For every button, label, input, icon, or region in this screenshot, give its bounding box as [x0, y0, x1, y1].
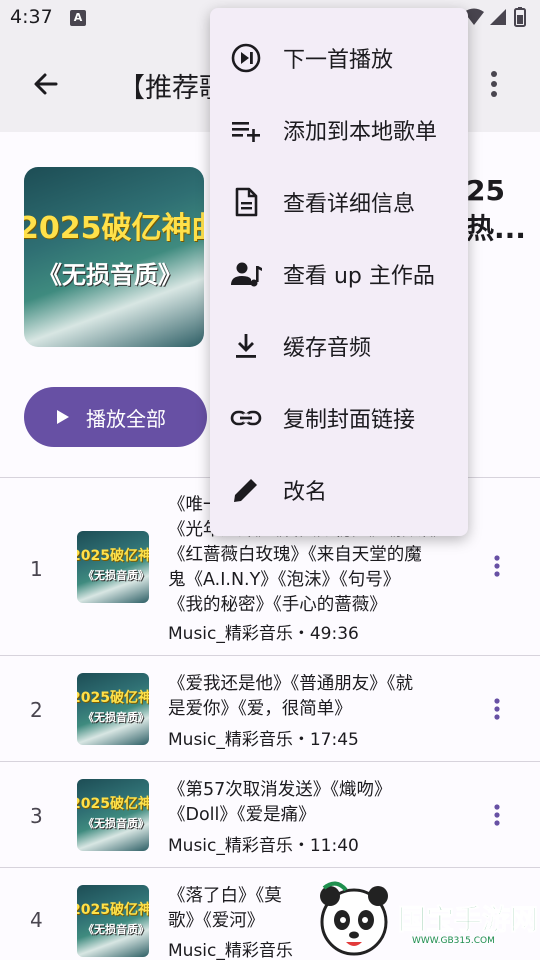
song-title-line: 是爱你》《爱，很简单》 — [168, 699, 352, 719]
song-title-line: 《我的秘密》《手心的蔷薇》 — [168, 595, 387, 615]
menu-label: 复制封面链接 — [283, 408, 416, 433]
menu-label: 添加到本地歌单 — [283, 120, 438, 145]
more-options-button[interactable] — [478, 66, 510, 102]
menu-item-play-next[interactable]: 下一首播放 — [210, 22, 468, 94]
song-title-line: 《落了白》《莫 — [168, 886, 282, 906]
download-icon — [236, 334, 256, 358]
menu-label: 改名 — [283, 480, 328, 505]
song-index: 3 — [30, 804, 43, 828]
menu-item-uploader-works[interactable]: 查看 up 主作品 — [210, 238, 468, 310]
playlist-title: 25 热... — [466, 174, 526, 245]
song-title: 《第57次取消发送》《熾吻》 《Doll》《爱是痛》 — [168, 778, 468, 828]
more-vert-icon — [494, 555, 500, 577]
status-icons — [462, 6, 532, 34]
song-meta: Music_精彩音乐 — [168, 941, 293, 960]
more-vert-icon — [491, 71, 497, 97]
song-meta: Music_精彩音乐・11:40 — [168, 836, 359, 856]
song-meta: Music_精彩音乐・49:36 — [168, 624, 359, 644]
song-cover: 2025破亿神曲《无损音质》 — [77, 885, 149, 957]
battery-icon — [514, 7, 526, 27]
menu-item-rename[interactable]: 改名 — [210, 454, 468, 526]
song-more-button[interactable] — [486, 551, 508, 581]
more-vert-icon — [494, 698, 500, 720]
playlist-cover: 2025破亿神曲 《无损音质》 — [24, 167, 204, 347]
song-cover: 2025破亿神曲《无损音质》 — [77, 531, 149, 603]
cover-text-title: 2025破亿神曲 — [24, 211, 204, 246]
arrow-left-icon — [34, 73, 58, 95]
link-icon — [230, 410, 262, 426]
song-title-line: 《Doll》《爱是痛》 — [168, 805, 316, 825]
menu-item-copy-cover-link[interactable]: 复制封面链接 — [210, 382, 468, 454]
song-cover: 2025破亿神曲《无损音质》 — [77, 779, 149, 851]
context-menu: 下一首播放 添加到本地歌单 查看详细信息 查看 up 主作品 缓存音频 复制封面… — [210, 8, 468, 536]
song-title-line: 歌》《爱河》 — [168, 911, 265, 931]
back-button[interactable] — [28, 66, 64, 102]
song-title-line: 《第57次取消发送》《熾吻》 — [168, 780, 392, 800]
menu-item-add-to-playlist[interactable]: 添加到本地歌单 — [210, 94, 468, 166]
song-title-line: 鬼《A.I.N.Y》《泡沫》《句号》 — [168, 570, 401, 590]
panda-logo-icon — [320, 881, 388, 956]
song-meta: Music_精彩音乐・17:45 — [168, 730, 359, 750]
menu-label: 下一首播放 — [283, 48, 394, 73]
status-time: 4:37 — [10, 6, 53, 28]
song-more-button[interactable] — [486, 800, 508, 830]
pencil-icon — [234, 479, 257, 502]
play-icon — [57, 410, 69, 424]
song-index: 4 — [30, 908, 43, 932]
more-vert-icon — [494, 804, 500, 826]
menu-label: 查看详细信息 — [283, 192, 416, 217]
menu-item-details[interactable]: 查看详细信息 — [210, 166, 468, 238]
song-title-line: 《爱我还是他》《普通朋友》《就 — [168, 674, 413, 694]
song-row[interactable]: 2 2025破亿神曲《无损音质》 《爱我还是他》《普通朋友》《就 是爱你》《爱，… — [0, 656, 540, 761]
song-more-button[interactable] — [486, 694, 508, 724]
menu-label: 查看 up 主作品 — [283, 264, 435, 289]
song-index: 2 — [30, 698, 43, 722]
song-index: 1 — [30, 557, 43, 581]
play-all-button[interactable]: 播放全部 — [24, 387, 207, 447]
menu-label: 缓存音频 — [283, 336, 372, 361]
notification-icon: A — [70, 10, 86, 26]
song-title-line: 《红蔷薇白玫瑰》《来自天堂的魔 — [168, 545, 422, 565]
site-watermark: 国宝手游网 WWW.GB315.COM — [312, 878, 540, 960]
document-icon — [235, 187, 258, 217]
playlist-add-icon — [232, 122, 260, 142]
signal-icon — [490, 9, 506, 25]
song-title: 《爱我还是他》《普通朋友》《就 是爱你》《爱，很简单》 — [168, 672, 468, 722]
watermark-name: 国宝手游网 — [397, 903, 539, 937]
song-title: 《落了白》《莫 歌》《爱河》 — [168, 884, 303, 934]
song-row[interactable]: 3 2025破亿神曲《无损音质》 《第57次取消发送》《熾吻》 《Doll》《爱… — [0, 762, 540, 867]
menu-item-cache-audio[interactable]: 缓存音频 — [210, 310, 468, 382]
play-next-icon — [231, 43, 261, 73]
cover-text-subtitle: 《无损音质》 — [38, 261, 182, 289]
play-all-label: 播放全部 — [86, 406, 166, 431]
song-cover: 2025破亿神曲《无损音质》 — [77, 673, 149, 745]
watermark-url: WWW.GB315.COM — [412, 936, 495, 946]
person-music-icon — [231, 262, 262, 287]
